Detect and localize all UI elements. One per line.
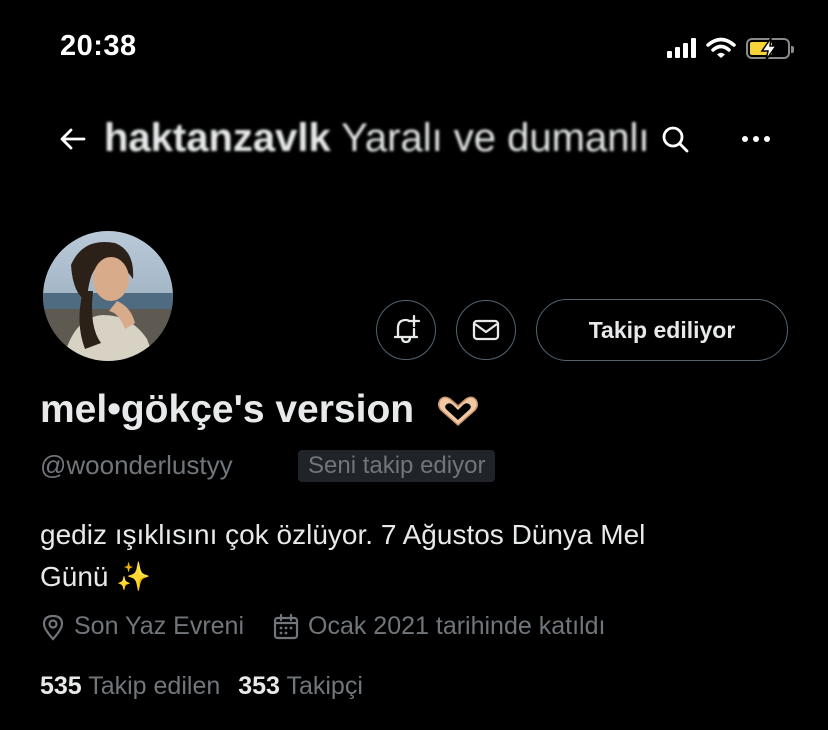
following-count: 535: [40, 672, 82, 700]
battery-icon: [746, 37, 794, 60]
display-name: mel•gökçe's version: [40, 388, 481, 432]
more-options-icon[interactable]: [740, 132, 772, 146]
user-handle: @woonderlustyy: [40, 450, 233, 480]
bio: gediz ışıklısını çok özlüyor. 7 Ağustos …: [40, 514, 800, 598]
status-time: 20:38: [60, 30, 137, 62]
profile-meta: Son Yaz Evreni Ocak 2021 tarihinde katıl…: [40, 612, 605, 641]
followers-link[interactable]: 353 Takipçi: [238, 672, 363, 700]
bell-plus-icon: [393, 314, 421, 344]
heart-hands-emoji-icon: [437, 396, 478, 426]
profile-header: haktanzavlk Yaralı ve dumanlı: [0, 110, 828, 170]
followers-count: 353: [238, 672, 280, 700]
follows-you-badge: Seni takip ediyor: [298, 450, 496, 482]
following-button[interactable]: Takip ediliyor: [536, 299, 788, 361]
message-button[interactable]: [456, 300, 516, 360]
header-title-text: Yaralı ve dumanlı: [330, 116, 650, 160]
display-name-text: mel•gökçe's version: [40, 388, 415, 431]
wifi-icon: [706, 37, 736, 58]
following-label: Takip edilen: [88, 672, 221, 700]
avatar[interactable]: [40, 228, 176, 364]
search-icon[interactable]: [660, 124, 690, 154]
bio-line: gediz ışıklısını çok özlüyor. 7 Ağustos …: [40, 519, 646, 550]
calendar-icon: [273, 613, 299, 639]
joined-text: Ocak 2021 tarihinde katıldı: [308, 612, 606, 640]
location-item: Son Yaz Evreni: [40, 612, 244, 641]
location-text: Son Yaz Evreni: [74, 612, 245, 640]
notifications-button[interactable]: [376, 300, 436, 360]
avatar-image: [43, 231, 173, 361]
envelope-icon: [472, 319, 500, 341]
joined-item: Ocak 2021 tarihinde katıldı: [272, 612, 605, 641]
bio-line: Günü ✨: [40, 561, 152, 592]
header-title: haktanzavlk Yaralı ve dumanlı: [104, 116, 649, 161]
followers-label: Takipçi: [286, 672, 363, 700]
cellular-signal-icon: [667, 38, 696, 58]
location-pin-icon: [42, 614, 64, 641]
following-link[interactable]: 535 Takip edilen: [40, 672, 220, 700]
follow-stats: 535 Takip edilen 353 Takipçi: [40, 672, 363, 701]
header-title-username: haktanzavlk: [104, 116, 331, 160]
back-arrow-icon[interactable]: [58, 124, 88, 154]
status-icons: [667, 37, 794, 60]
